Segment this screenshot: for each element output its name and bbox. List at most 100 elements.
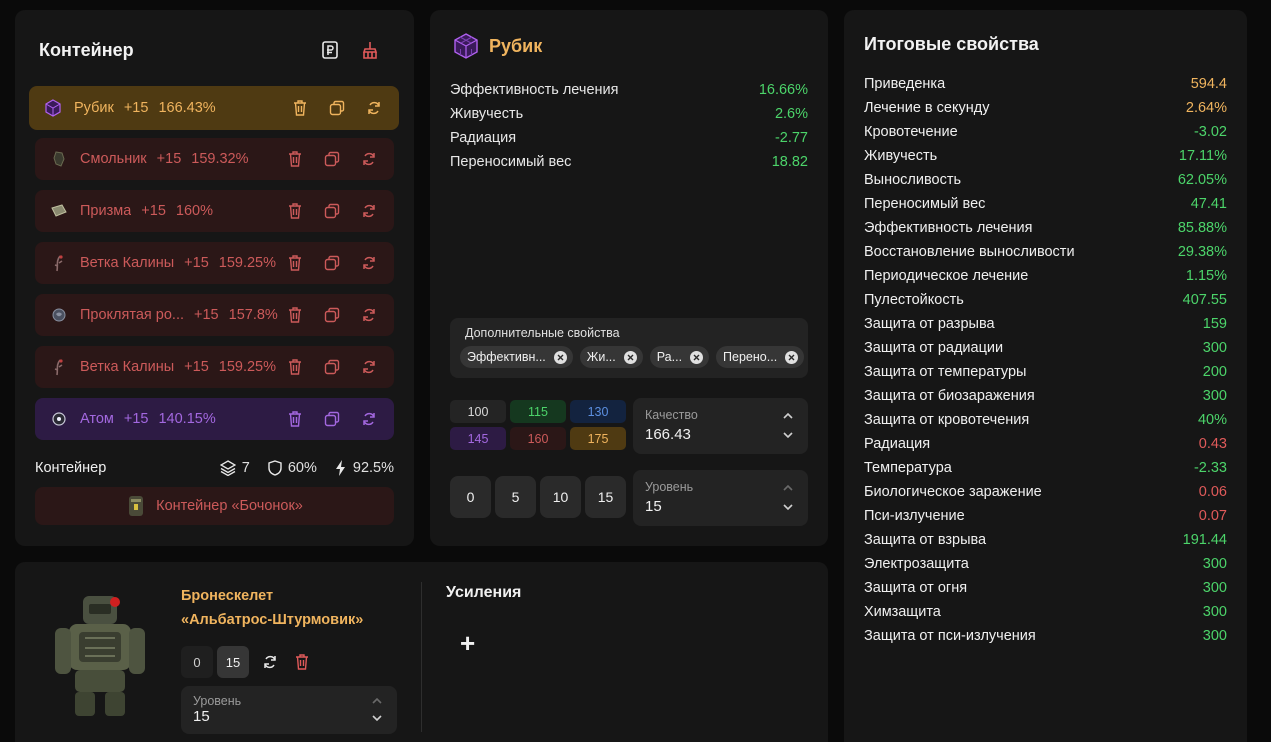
quality-presets: 100 115 130 145 160 175 (450, 400, 626, 450)
trash-icon[interactable] (286, 254, 304, 272)
ruble-price-icon[interactable] (320, 40, 340, 60)
artifact-row[interactable]: Призма +15 160% (35, 190, 394, 232)
container-footer-label: Контейнер (35, 460, 107, 476)
total-property-name: Защита от кровотечения (864, 412, 1030, 428)
refresh-icon[interactable] (360, 202, 378, 220)
chevron-up-icon[interactable] (371, 697, 383, 705)
close-icon[interactable] (690, 350, 704, 364)
close-icon[interactable] (785, 350, 799, 364)
artifact-properties: Эффективность лечения 16.66% Живучесть 2.6%… (450, 78, 808, 174)
refresh-icon[interactable] (360, 410, 378, 428)
artifact-row-quality: 159.25% (218, 359, 277, 375)
exo-level-input[interactable]: Уровень 15 (181, 686, 397, 734)
chevron-up-icon[interactable] (782, 412, 794, 420)
copy-icon[interactable] (323, 254, 341, 272)
artifact-row[interactable]: Ветка Калины +15 159.25% (35, 346, 394, 388)
trash-icon[interactable] (293, 653, 311, 671)
copy-icon[interactable] (323, 202, 341, 220)
trash-icon[interactable] (286, 202, 304, 220)
close-icon[interactable] (553, 350, 567, 364)
level-preset-button[interactable]: 5 (495, 476, 536, 518)
exoskeleton-image (45, 588, 155, 718)
level-preset-button[interactable]: 15 (585, 476, 626, 518)
copy-icon[interactable] (323, 150, 341, 168)
close-icon[interactable] (623, 350, 637, 364)
property-name: Живучесть (450, 106, 524, 122)
cube-artifact-icon (452, 32, 480, 60)
efficiency-stat: 92.5% (335, 460, 394, 476)
level-preset-button[interactable]: 10 (540, 476, 581, 518)
copy-icon[interactable] (323, 306, 341, 324)
quality-preset-button[interactable]: 160 (510, 427, 566, 450)
extra-properties-select[interactable]: Дополнительные свойства Эффективн... Жи..… (450, 318, 808, 378)
total-property-value: 0.43 (1198, 436, 1227, 452)
refresh-icon[interactable] (360, 150, 378, 168)
exoskeleton-panel: Бронескелет «Альбатрос-Штурмовик» 0 15 У… (15, 562, 828, 742)
exo-level-15-button[interactable]: 15 (217, 646, 249, 678)
trash-icon[interactable] (286, 410, 304, 428)
level-input[interactable]: Уровень 15 (633, 470, 808, 526)
property-value: 2.6% (774, 106, 808, 122)
total-property-value: -3.02 (1193, 124, 1227, 140)
artifact-row[interactable]: Проклятая ро... +15 157.8% (35, 294, 394, 336)
quality-input[interactable]: Качество 166.43 (633, 398, 808, 454)
artifact-row[interactable]: Рубик +15 166.43% (29, 86, 399, 130)
artifact-row-level: +15 (123, 411, 149, 427)
artifact-row-quality: 159.25% (218, 255, 277, 271)
artifact-row-level: +15 (141, 203, 166, 219)
chevron-down-icon[interactable] (782, 431, 794, 439)
container-select-button[interactable]: Контейнер «Бочонок» (35, 487, 394, 525)
artifact-row[interactable]: Смольник +15 159.32% (35, 138, 394, 180)
total-property-row: Радиация 0.43 (864, 432, 1227, 456)
refresh-icon[interactable] (365, 99, 383, 117)
protection-value: 60% (287, 460, 317, 476)
exoskeleton-name-line1: Бронескелет (181, 588, 274, 604)
artifact-row[interactable]: Атом +15 140.15% (35, 398, 394, 440)
quality-preset-button[interactable]: 100 (450, 400, 506, 423)
property-value: 16.66% (758, 82, 808, 98)
exo-level-0-button[interactable]: 0 (181, 646, 213, 678)
refresh-icon[interactable] (360, 254, 378, 272)
total-property-row: Защита от радиации 300 (864, 336, 1227, 360)
quality-preset-button[interactable]: 175 (570, 427, 626, 450)
chevron-up-icon[interactable] (782, 484, 794, 492)
property-name: Эффективность лечения (450, 82, 619, 98)
quality-preset-button[interactable]: 145 (450, 427, 506, 450)
refresh-icon[interactable] (360, 358, 378, 376)
refresh-icon[interactable] (261, 653, 279, 671)
trash-icon[interactable] (286, 358, 304, 376)
shield-icon (268, 460, 282, 476)
trash-icon[interactable] (286, 150, 304, 168)
chip-label: Перено... (723, 350, 778, 364)
trash-icon[interactable] (291, 99, 309, 117)
total-property-name: Кровотечение (864, 124, 958, 140)
chevron-down-icon[interactable] (782, 503, 794, 511)
artifact-row[interactable]: Ветка Калины +15 159.25% (35, 242, 394, 284)
total-property-name: Пси-излучение (864, 508, 965, 524)
copy-icon[interactable] (328, 99, 346, 117)
broom-clear-icon[interactable] (360, 40, 380, 60)
cube-artifact-icon (44, 99, 62, 117)
add-boost-button[interactable]: + (460, 628, 475, 659)
artifact-row-quality: 160% (175, 203, 213, 219)
trash-icon[interactable] (286, 306, 304, 324)
total-property-value: 300 (1202, 388, 1227, 404)
refresh-icon[interactable] (360, 306, 378, 324)
level-preset-button[interactable]: 0 (450, 476, 491, 518)
quality-preset-button[interactable]: 130 (570, 400, 626, 423)
copy-icon[interactable] (323, 410, 341, 428)
level-presets: 0 5 10 15 (450, 476, 626, 518)
total-property-row: Защита от температуры 200 (864, 360, 1227, 384)
property-row: Радиация -2.77 (450, 126, 808, 150)
exo-level-value: 15 (193, 708, 210, 725)
exoskeleton-name-line2: «Альбатрос-Штурмовик» (181, 612, 364, 628)
total-property-row: Защита от кровотечения 40% (864, 408, 1227, 432)
total-property-name: Периодическое лечение (864, 268, 1029, 284)
chevron-down-icon[interactable] (371, 714, 383, 722)
slots-stat: 7 (219, 460, 250, 476)
total-property-value: 1.15% (1185, 268, 1227, 284)
copy-icon[interactable] (323, 358, 341, 376)
quality-preset-button[interactable]: 115 (510, 400, 566, 423)
level-value: 15 (645, 498, 662, 515)
total-property-name: Защита от биозаражения (864, 388, 1035, 404)
